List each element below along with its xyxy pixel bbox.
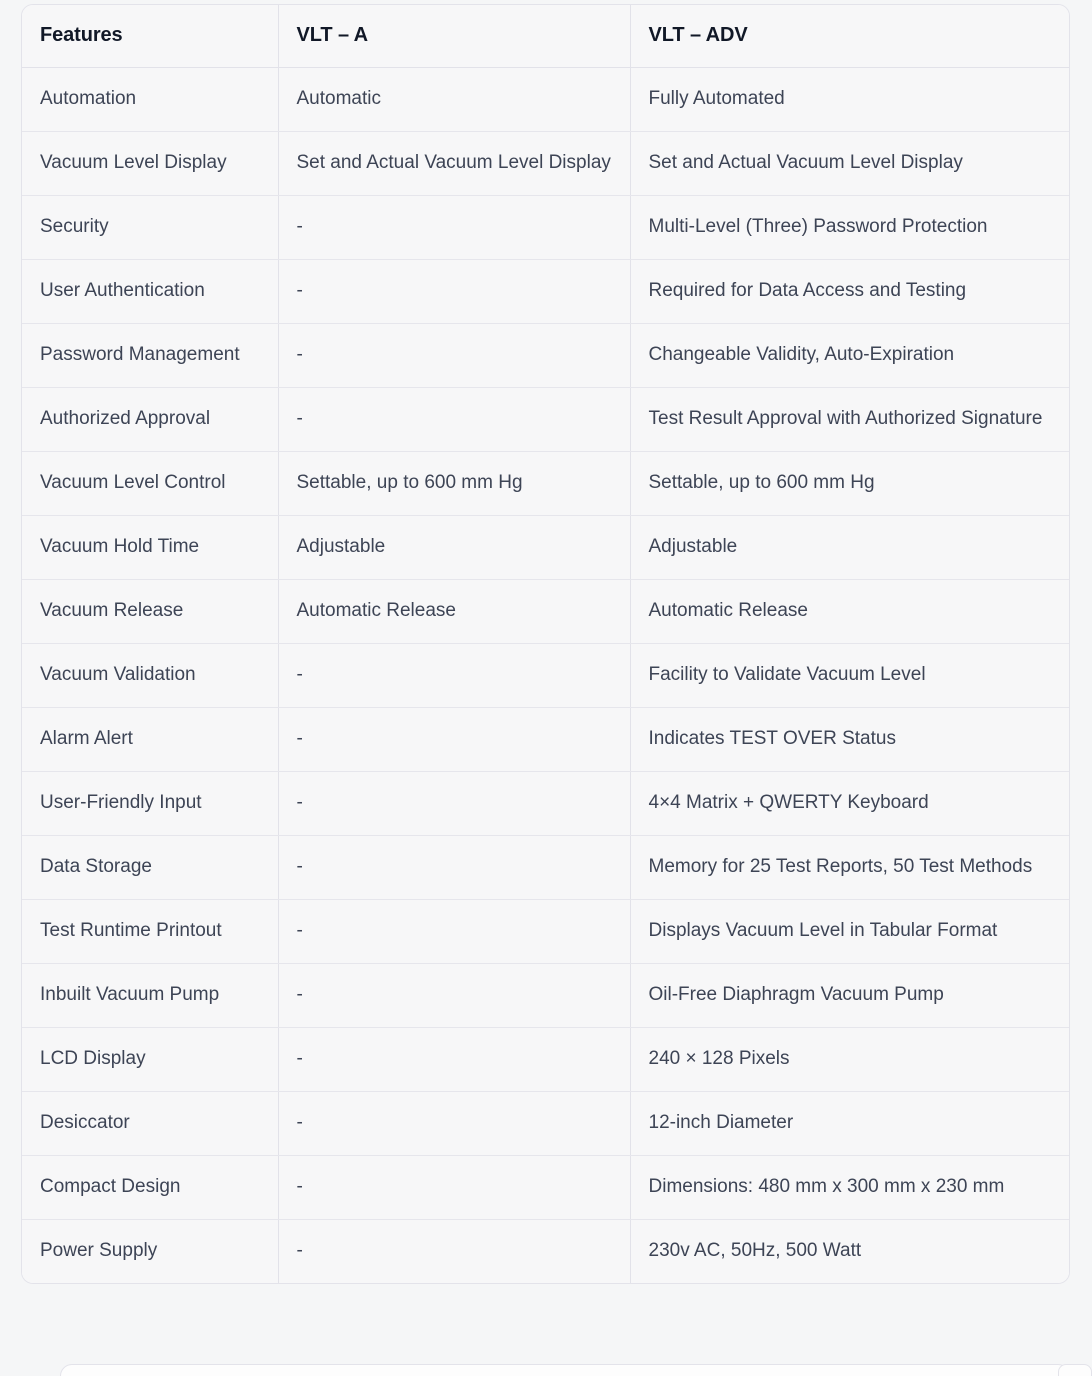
next-card-peek [60,1364,1070,1376]
table-row: Vacuum Level Display Set and Actual Vacuu… [22,131,1069,196]
cell-vlt-adv: Required for Data Access and Testing [630,259,1069,324]
table-row: Automation Automatic Fully Automated [22,67,1069,132]
cell-feature: Vacuum Validation [22,643,279,708]
cell-feature: Security [22,195,279,260]
table-row: Authorized Approval - Test Result Approval… [22,387,1069,452]
cell-feature: LCD Display [22,1027,279,1092]
cell-vlt-a: - [278,771,631,836]
cell-vlt-adv: 4×4 Matrix + QWERTY Keyboard [630,771,1069,836]
cell-feature: User Authentication [22,259,279,324]
column-header-vlt-adv: VLT – ADV [630,5,1069,68]
table-body: Automation Automatic Fully Automated Vacuum… [22,67,1069,1283]
cell-vlt-a: - [278,899,631,964]
cell-vlt-adv: 230v AC, 50Hz, 500 Watt [630,1219,1069,1283]
cell-vlt-a: - [278,1027,631,1092]
cell-vlt-adv: 240 × 128 Pixels [630,1027,1069,1092]
column-header-features: Features [22,5,279,68]
next-card-peek-edge [1058,1364,1092,1376]
cell-feature: Password Management [22,323,279,388]
cell-feature: Power Supply [22,1219,279,1283]
cell-vlt-a: - [278,387,631,452]
cell-feature: Vacuum Level Display [22,131,279,196]
cell-feature: Alarm Alert [22,707,279,772]
table-row: Vacuum Hold Time Adjustable Adjustable [22,515,1069,580]
cell-vlt-a: - [278,643,631,708]
cell-vlt-adv: Facility to Validate Vacuum Level [630,643,1069,708]
comparison-table: Features VLT – A VLT – ADV Automation Aut… [22,5,1069,1283]
table-header: Features VLT – A VLT – ADV [22,5,1069,68]
cell-vlt-adv: Displays Vacuum Level in Tabular Format [630,899,1069,964]
cell-feature: Automation [22,67,279,132]
cell-vlt-adv: Multi-Level (Three) Password Protection [630,195,1069,260]
page-root: Features VLT – A VLT – ADV Automation Aut… [0,0,1092,1376]
cell-vlt-a: Automatic [278,67,631,132]
cell-vlt-a: - [278,1155,631,1220]
cell-vlt-adv: Set and Actual Vacuum Level Display [630,131,1069,196]
cell-feature: Inbuilt Vacuum Pump [22,963,279,1028]
cell-vlt-a: - [278,707,631,772]
table-row: User Authentication - Required for Data Ac… [22,259,1069,324]
cell-vlt-adv: 12-inch Diameter [630,1091,1069,1156]
table-row: Data Storage - Memory for 25 Test Reports,… [22,835,1069,900]
cell-vlt-adv: Changeable Validity, Auto-Expiration [630,323,1069,388]
cell-vlt-adv: Indicates TEST OVER Status [630,707,1069,772]
table-row: Vacuum Level Control Settable, up to 600 … [22,451,1069,516]
cell-vlt-adv: Automatic Release [630,579,1069,644]
cell-feature: Data Storage [22,835,279,900]
cell-feature: Vacuum Hold Time [22,515,279,580]
table-row: Vacuum Validation - Facility to Validate V… [22,643,1069,708]
table-row: Security - Multi-Level (Three) Password Pr… [22,195,1069,260]
cell-vlt-adv: Dimensions: 480 mm x 300 mm x 230 mm [630,1155,1069,1220]
cell-vlt-adv: Fully Automated [630,67,1069,132]
cell-vlt-a: - [278,835,631,900]
table-row: Alarm Alert - Indicates TEST OVER Status [22,707,1069,772]
cell-vlt-a: Set and Actual Vacuum Level Display [278,131,631,196]
cell-vlt-adv: Settable, up to 600 mm Hg [630,451,1069,516]
cell-feature: Authorized Approval [22,387,279,452]
cell-vlt-adv: Test Result Approval with Authorized Sig… [630,387,1069,452]
cell-vlt-a: - [278,1219,631,1283]
cell-feature: Test Runtime Printout [22,899,279,964]
table-row: Compact Design - Dimensions: 480 mm x 300 … [22,1155,1069,1220]
cell-vlt-a: Automatic Release [278,579,631,644]
table-row: Inbuilt Vacuum Pump - Oil-Free Diaphragm V… [22,963,1069,1028]
cell-vlt-a: - [278,323,631,388]
cell-vlt-a: - [278,963,631,1028]
table-row: Power Supply -230v AC, 50Hz, 500 Watt [22,1219,1069,1283]
cell-vlt-a: - [278,195,631,260]
cell-feature: User-Friendly Input [22,771,279,836]
cell-vlt-adv: Memory for 25 Test Reports, 50 Test Meth… [630,835,1069,900]
cell-vlt-adv: Oil-Free Diaphragm Vacuum Pump [630,963,1069,1028]
cell-feature: Compact Design [22,1155,279,1220]
table-header-row: Features VLT – A VLT – ADV [22,5,1069,68]
column-header-vlt-a: VLT – A [278,5,631,68]
cell-feature: Vacuum Release [22,579,279,644]
table-row: Vacuum Release Automatic Release Automatic… [22,579,1069,644]
cell-vlt-a: Adjustable [278,515,631,580]
cell-vlt-a: - [278,259,631,324]
comparison-table-card: Features VLT – A VLT – ADV Automation Aut… [21,4,1070,1284]
cell-vlt-a: Settable, up to 600 mm Hg [278,451,631,516]
table-row: LCD Display -240 × 128 Pixels [22,1027,1069,1092]
table-row: User-Friendly Input -4×4 Matrix + QWERTY … [22,771,1069,836]
table-row: Desiccator -12-inch Diameter [22,1091,1069,1156]
cell-feature: Vacuum Level Control [22,451,279,516]
table-row: Test Runtime Printout - Displays Vacuum Le… [22,899,1069,964]
cell-vlt-adv: Adjustable [630,515,1069,580]
cell-feature: Desiccator [22,1091,279,1156]
cell-vlt-a: - [278,1091,631,1156]
table-row: Password Management - Changeable Validity,… [22,323,1069,388]
